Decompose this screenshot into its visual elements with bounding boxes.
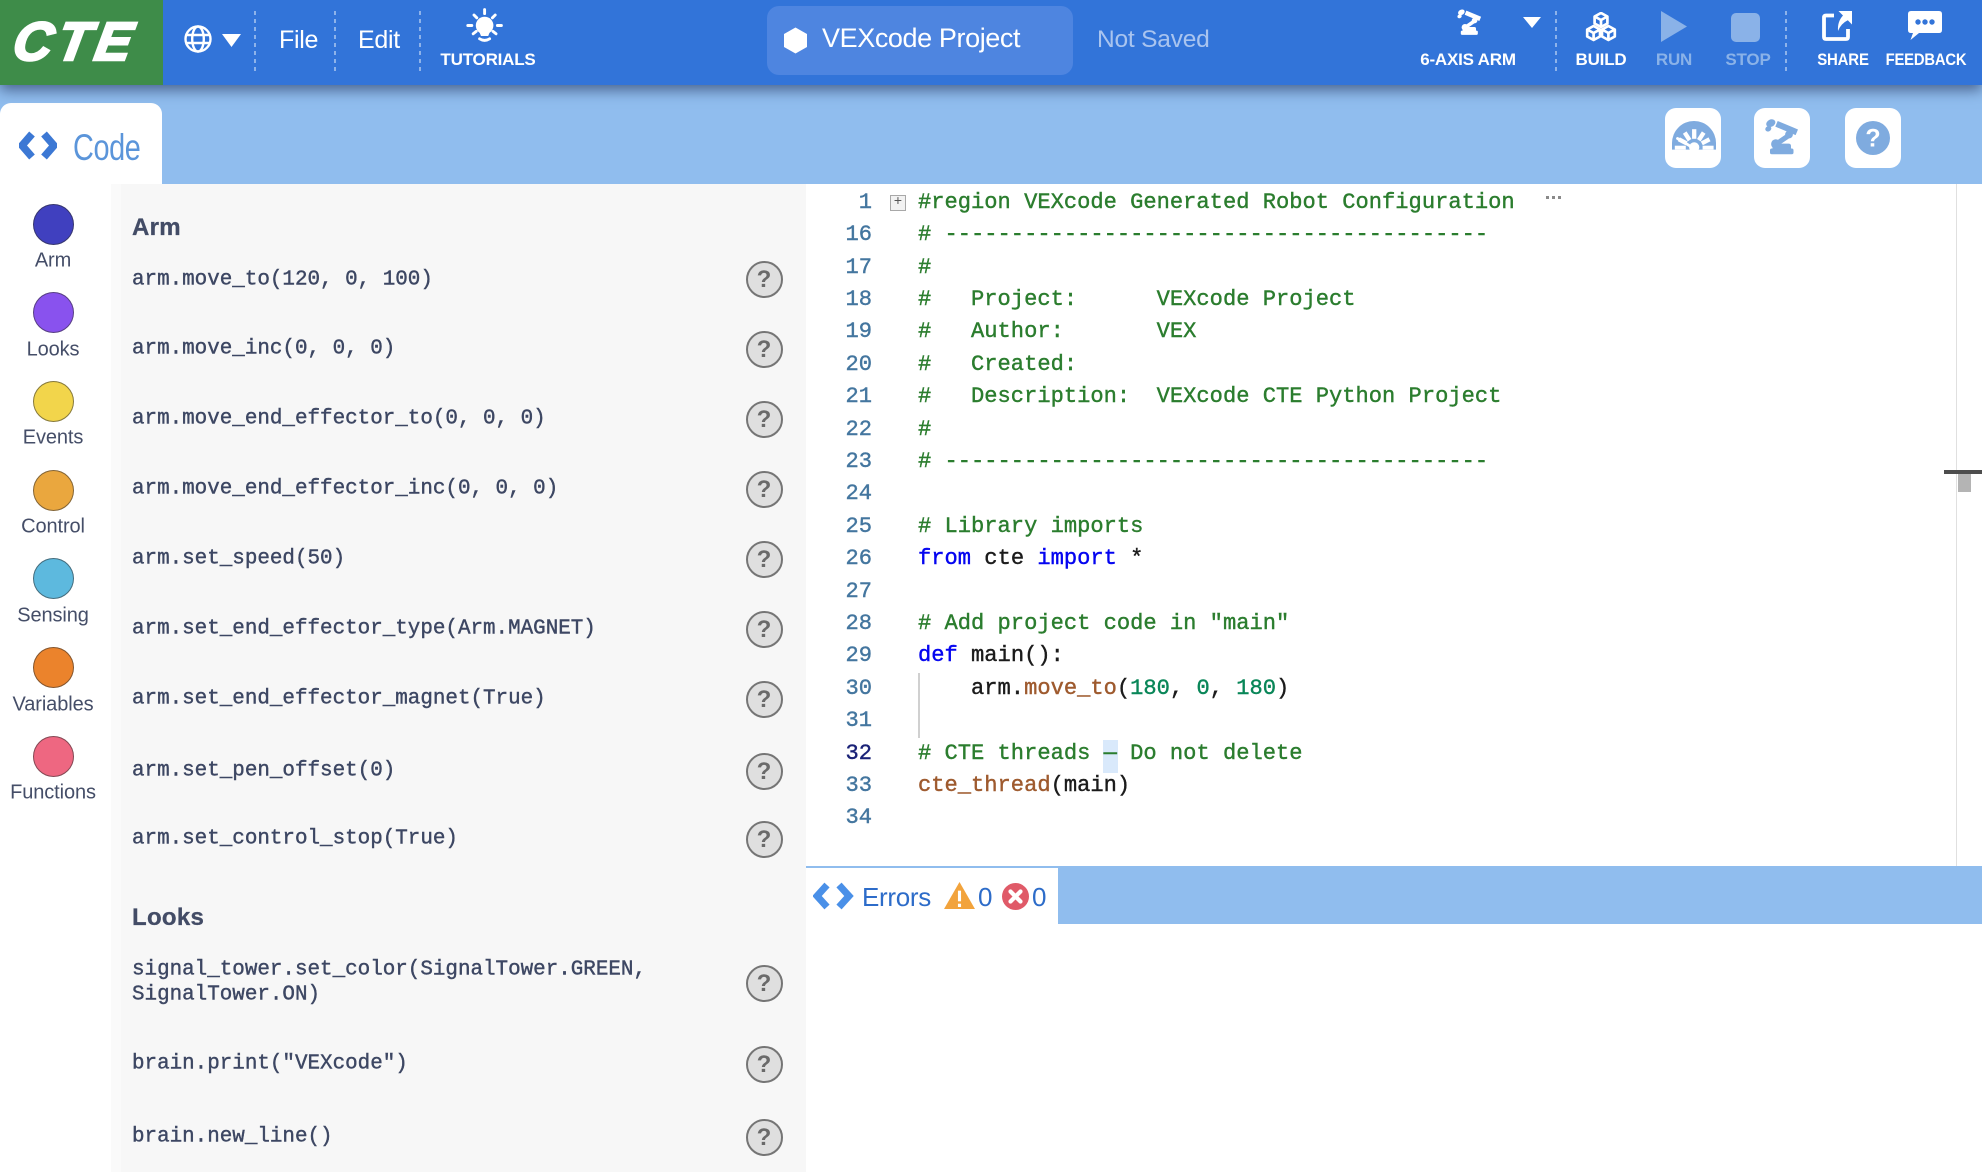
svg-text:?: ? — [1865, 125, 1880, 153]
